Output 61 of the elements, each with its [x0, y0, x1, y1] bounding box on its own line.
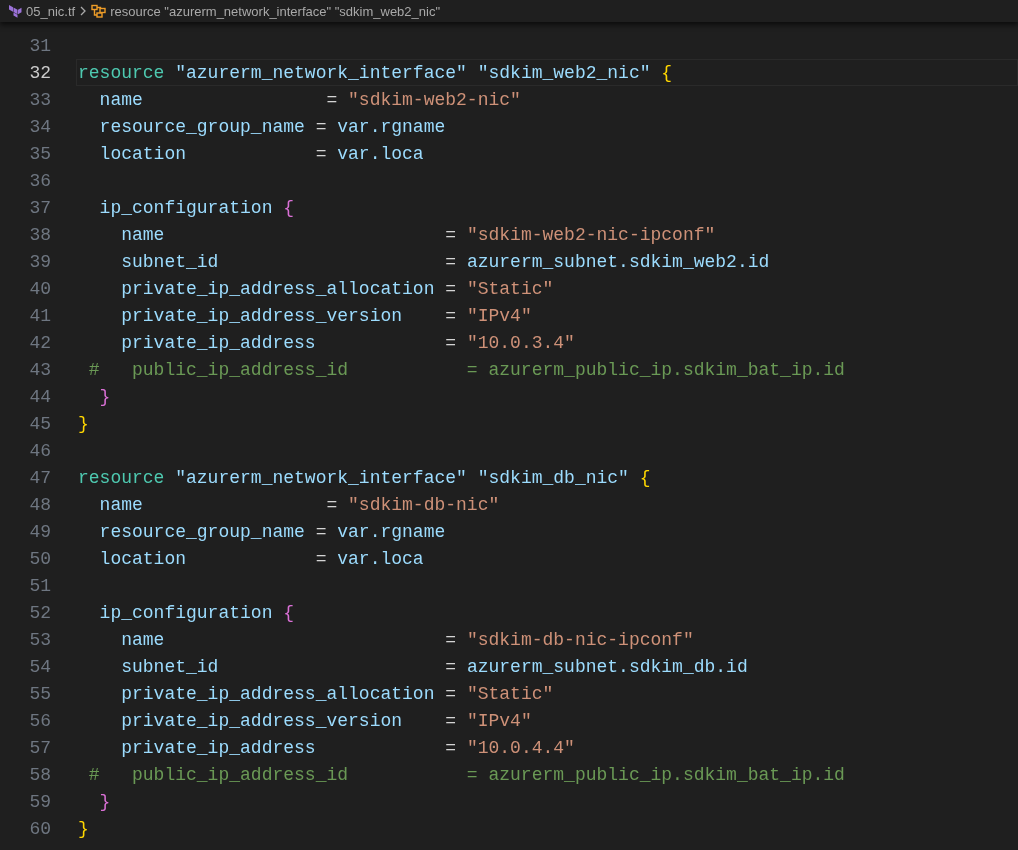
line-number: 46 [28, 440, 51, 461]
line-number: 43 [28, 359, 51, 380]
line-number: 45 [28, 413, 51, 434]
terraform-icon [8, 4, 22, 18]
line-number: 50 [28, 548, 51, 569]
code-line: private_ip_address = "10.0.3.4" [120, 332, 575, 353]
code-line: resource_group_name = var.rgname [98, 116, 446, 137]
code-line: private_ip_address_version = "IPv4" [120, 710, 532, 731]
line-number: 52 [28, 602, 51, 623]
line-number: 44 [28, 386, 51, 407]
line-number: 31 [28, 35, 51, 56]
code-line: private_ip_address_allocation = "Static" [120, 278, 554, 299]
line-number: 36 [28, 170, 51, 191]
code-line: # public_ip_address_id = azurerm_public_ip.sdkim_bat_ip.id [87, 359, 845, 380]
line-number: 57 [28, 737, 51, 758]
line-number: 49 [28, 521, 51, 542]
line-number: 35 [28, 143, 51, 164]
line-number: 55 [28, 683, 51, 704]
code-line: ip_configuration { [98, 197, 295, 218]
line-number: 32 [28, 62, 51, 83]
code-line: # public_ip_address_id = azurerm_public_ip.sdkim_bat_ip.id [87, 764, 845, 785]
line-number: 60 [28, 818, 51, 839]
code-line: name = "sdkim-web2-nic" [98, 89, 521, 110]
code-line: name = "sdkim-db-nic" [98, 494, 500, 515]
line-number: 51 [28, 575, 51, 596]
line-number: 54 [28, 656, 51, 677]
code-line: private_ip_address_allocation = "Static" [120, 683, 554, 704]
code-line: } [78, 413, 89, 434]
code-line: ip_configuration { [98, 602, 295, 623]
line-number: 41 [28, 305, 51, 326]
line-number: 38 [28, 224, 51, 245]
code-line: resource "azurerm_network_interface" "sdkim_web2_nic" { [78, 62, 673, 83]
code-line: resource "azurerm_network_interface" "sdkim_db_nic" { [78, 467, 651, 488]
line-number: 59 [28, 791, 51, 812]
chevron-right-icon [79, 6, 88, 16]
code-line: private_ip_address = "10.0.4.4" [120, 737, 575, 758]
code-line: subnet_id = azurerm_subnet.sdkim_web2.id [120, 251, 770, 272]
code-line: name = "sdkim-web2-nic-ipconf" [120, 224, 716, 245]
line-number: 39 [28, 251, 51, 272]
line-number: 56 [28, 710, 51, 731]
code-line: location = var.loca [98, 548, 424, 569]
line-number: 47 [28, 467, 51, 488]
code-line: location = var.loca [98, 143, 424, 164]
line-number: 42 [28, 332, 51, 353]
symbol-name[interactable]: resource "azurerm_network_interface" "sdkim_web2_nic" [110, 3, 441, 19]
file-name[interactable]: 05_nic.tf [26, 3, 76, 19]
code-line: } [98, 386, 111, 407]
line-number: 34 [28, 116, 51, 137]
code-line: } [78, 818, 89, 839]
line-number: 37 [28, 197, 51, 218]
line-number: 58 [28, 764, 51, 785]
code-line: resource_group_name = var.rgname [98, 521, 446, 542]
code-line: } [98, 791, 111, 812]
code-line: name = "sdkim-db-nic-ipconf" [120, 629, 694, 650]
line-number: 53 [28, 629, 51, 650]
line-number: 33 [28, 89, 51, 110]
line-number: 48 [28, 494, 51, 515]
code-line: private_ip_address_version = "IPv4" [120, 305, 532, 326]
symbol-icon [91, 4, 107, 18]
code-line: subnet_id = azurerm_subnet.sdkim_db.id [120, 656, 748, 677]
line-number: 40 [28, 278, 51, 299]
